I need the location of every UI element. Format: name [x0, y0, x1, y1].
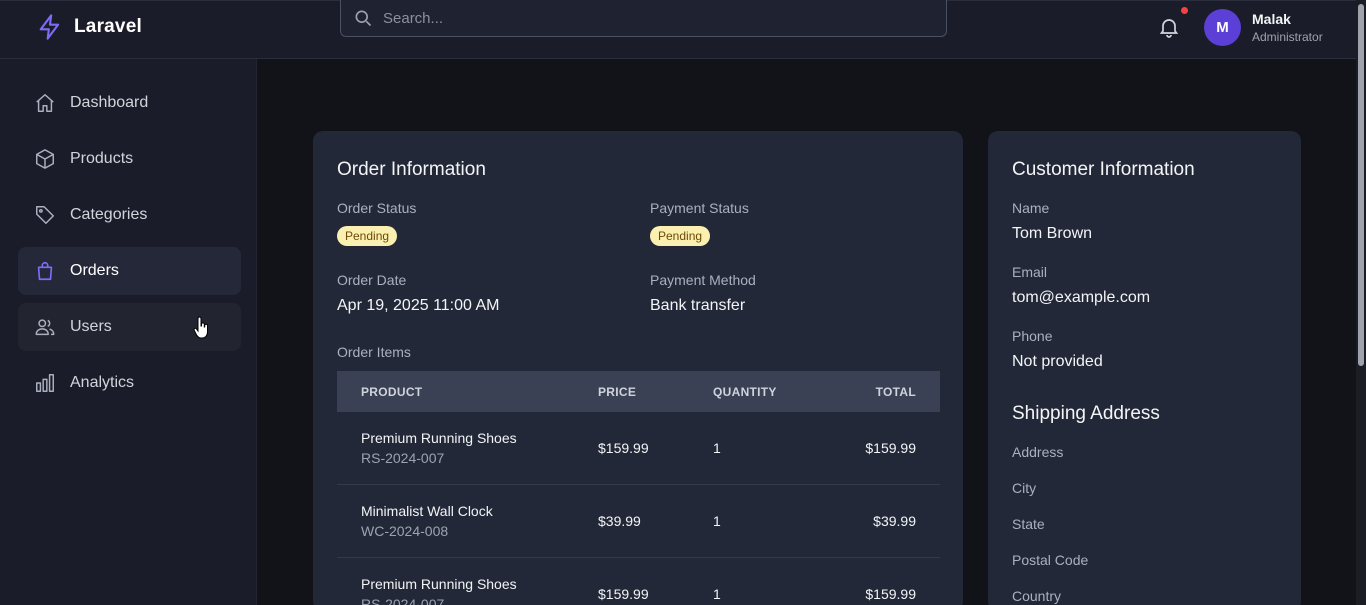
- sidebar-item-analytics[interactable]: Analytics: [18, 359, 241, 407]
- table-row[interactable]: Premium Running Shoes RS-2024-007 $159.9…: [337, 412, 940, 485]
- order-date-value: Apr 19, 2025 11:00 AM: [337, 297, 500, 314]
- shipping-address-label: Address: [1012, 444, 1064, 460]
- sidebar-item-dashboard[interactable]: Dashboard: [18, 79, 241, 127]
- product-quantity: 1: [713, 513, 721, 529]
- product-price: $159.99: [598, 440, 649, 456]
- shipping-city-label: City: [1012, 480, 1037, 496]
- product-price: $159.99: [598, 586, 649, 602]
- column-header-product[interactable]: PRODUCT: [361, 385, 422, 399]
- order-status-label: Order Status: [337, 200, 417, 216]
- search-input[interactable]: [383, 9, 903, 27]
- product-sku: RS-2024-007: [361, 596, 445, 605]
- customer-name-label: Name: [1012, 200, 1050, 216]
- order-information-title: Order Information: [337, 159, 486, 180]
- sidebar-item-orders[interactable]: Orders: [18, 247, 241, 295]
- shipping-state-label: State: [1012, 516, 1045, 532]
- tag-icon: [36, 206, 54, 224]
- sidebar-item-label: Orders: [70, 262, 119, 279]
- product-price: $39.99: [598, 513, 641, 529]
- hand-cursor-icon: [193, 316, 208, 339]
- sidebar: Dashboard Products Categories Orders Use…: [0, 59, 257, 605]
- payment-method-value: Bank transfer: [650, 297, 746, 314]
- sidebar-item-products[interactable]: Products: [18, 135, 241, 183]
- customer-information-title: Customer Information: [1012, 159, 1195, 180]
- notification-bell-icon[interactable]: [1157, 15, 1181, 39]
- payment-status-label: Payment Status: [650, 200, 749, 216]
- shopping-bag-icon: [37, 261, 53, 281]
- product-quantity: 1: [713, 586, 721, 602]
- customer-phone-value: Not provided: [1012, 353, 1103, 370]
- order-date-label: Order Date: [337, 272, 407, 288]
- order-items-label: Order Items: [337, 344, 411, 360]
- shipping-address-title: Shipping Address: [1012, 403, 1160, 424]
- column-header-total[interactable]: TOTAL: [876, 385, 916, 399]
- sidebar-item-label: Analytics: [70, 374, 135, 391]
- product-total: $159.99: [865, 440, 916, 456]
- brand-logo[interactable]: Laravel: [36, 13, 142, 41]
- customer-information-card: Customer Information Name Tom Brown Emai…: [988, 131, 1301, 605]
- product-name: Minimalist Wall Clock: [361, 503, 493, 519]
- search-bar[interactable]: [340, 0, 947, 37]
- user-name: Malak: [1252, 11, 1291, 27]
- customer-name-value: Tom Brown: [1012, 225, 1093, 242]
- product-total: $39.99: [873, 513, 916, 529]
- sidebar-item-label: Categories: [70, 206, 148, 223]
- chart-bar-icon: [36, 374, 54, 392]
- sidebar-item-label: Products: [70, 150, 134, 167]
- payment-method-label: Payment Method: [650, 272, 756, 288]
- avatar[interactable]: M: [1204, 9, 1241, 46]
- customer-email-label: Email: [1012, 264, 1048, 280]
- sidebar-item-categories[interactable]: Categories: [18, 191, 241, 239]
- shipping-country-label: Country: [1012, 588, 1062, 604]
- lightning-icon: [39, 14, 60, 40]
- user-role: Administrator: [1252, 30, 1323, 44]
- product-sku: RS-2024-007: [361, 450, 445, 466]
- product-name: Premium Running Shoes: [361, 576, 517, 592]
- order-status-badge: Pending: [337, 226, 398, 246]
- product-name: Premium Running Shoes: [361, 430, 517, 446]
- payment-status-badge: Pending: [650, 226, 711, 246]
- order-information-card: Order Information Order Status Pending P…: [313, 131, 963, 605]
- table-row[interactable]: Premium Running Shoes RS-2024-007 $159.9…: [337, 558, 940, 605]
- scrollbar-thumb[interactable]: [1358, 4, 1364, 366]
- table-row[interactable]: Minimalist Wall Clock WC-2024-008 $39.99…: [337, 485, 940, 558]
- notification-dot: [1181, 7, 1188, 14]
- order-items-table: PRODUCT PRICE QUANTITY TOTAL Premium Run…: [337, 371, 940, 605]
- product-total: $159.99: [865, 586, 916, 602]
- table-header: PRODUCT PRICE QUANTITY TOTAL: [337, 371, 940, 412]
- customer-email-value: tom@example.com: [1012, 289, 1151, 306]
- brand-name: Laravel: [74, 16, 142, 37]
- page-scrollbar[interactable]: [1356, 0, 1366, 605]
- column-header-price[interactable]: PRICE: [598, 385, 636, 399]
- product-sku: WC-2024-008: [361, 523, 449, 539]
- sidebar-item-label: Dashboard: [70, 94, 149, 111]
- top-bar: Laravel M Malak Administrator: [0, 0, 1356, 59]
- users-icon: [35, 319, 55, 336]
- product-quantity: 1: [713, 440, 721, 456]
- customer-phone-label: Phone: [1012, 328, 1053, 344]
- search-icon: [355, 10, 372, 27]
- home-icon: [36, 94, 54, 112]
- cube-icon: [36, 149, 54, 169]
- shipping-postal-code-label: Postal Code: [1012, 552, 1089, 568]
- sidebar-item-label: Users: [70, 318, 112, 335]
- column-header-quantity[interactable]: QUANTITY: [713, 385, 777, 399]
